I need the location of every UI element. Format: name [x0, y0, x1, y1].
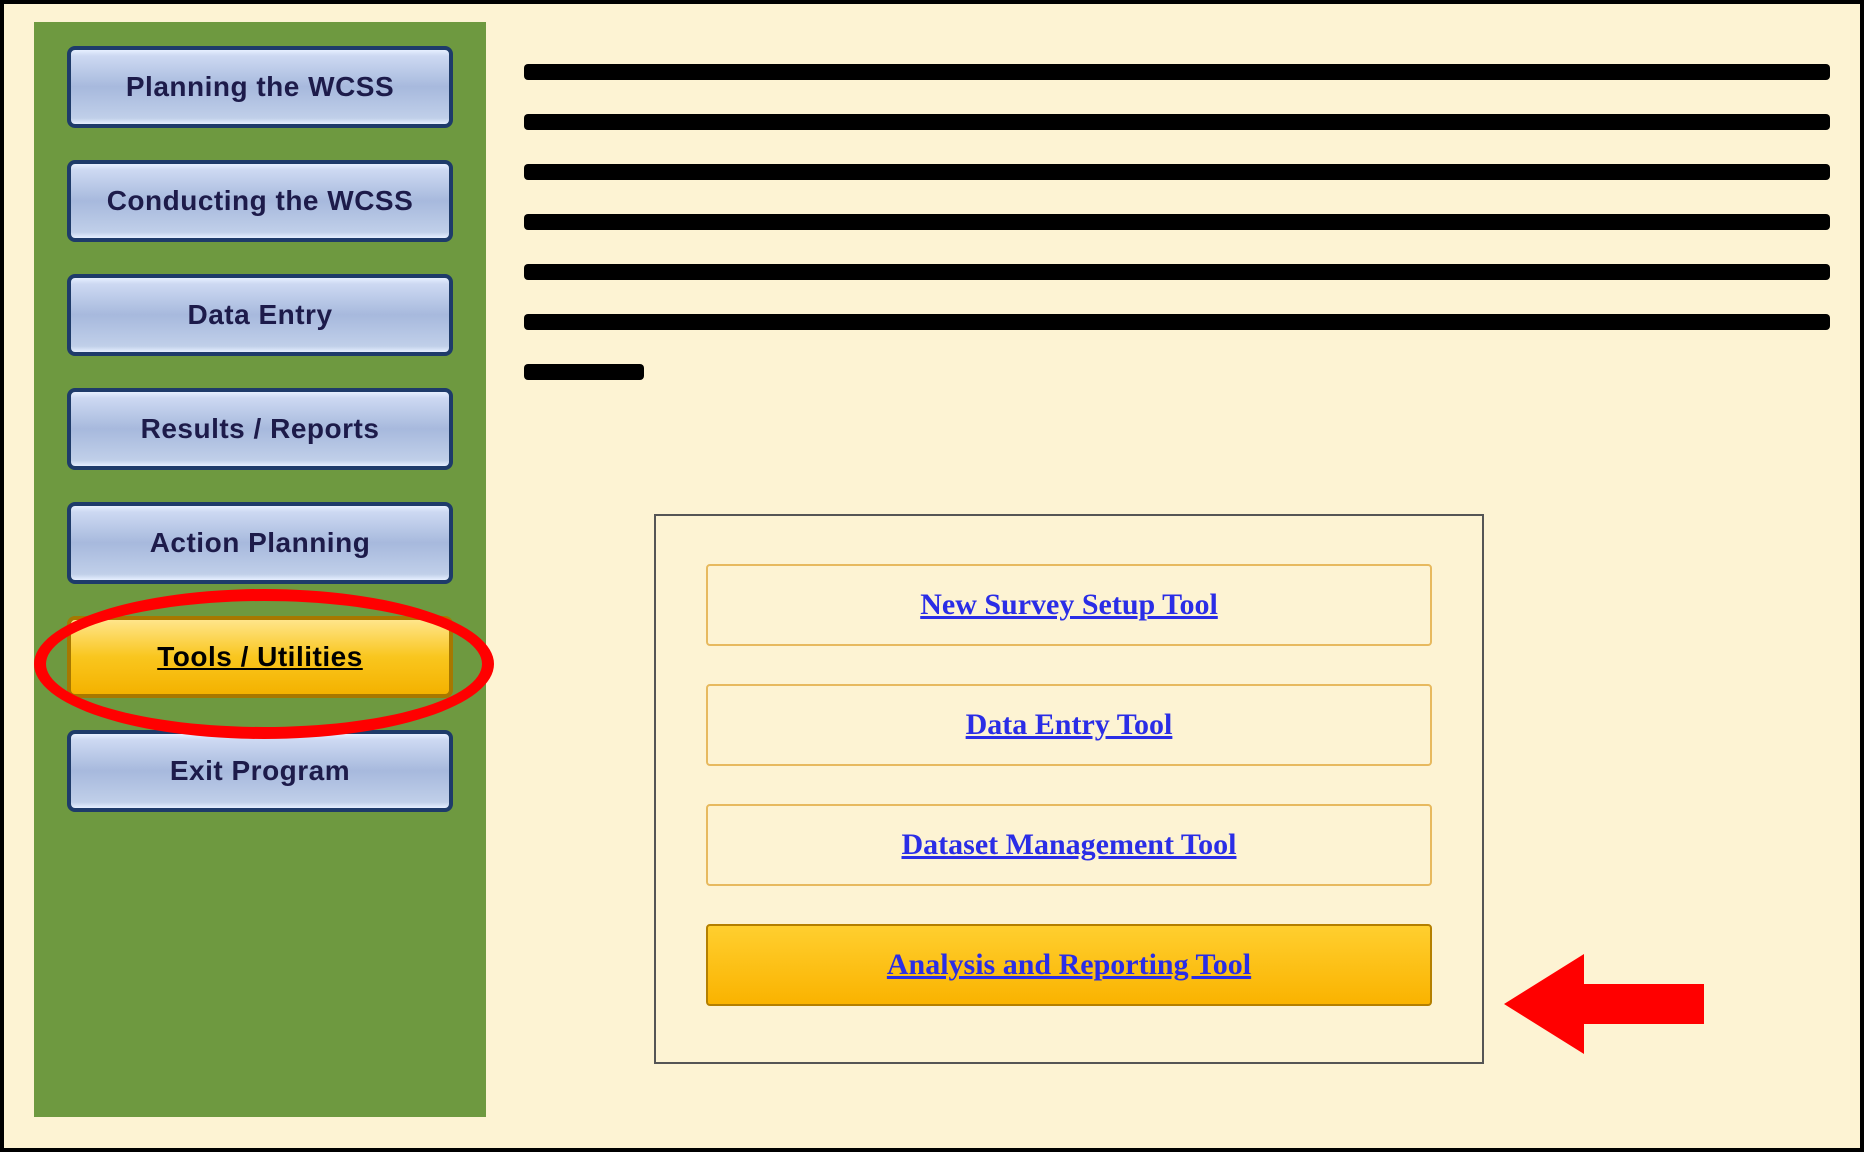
redacted-line	[524, 114, 1830, 130]
tool-new-survey-setup[interactable]: New Survey Setup Tool	[706, 564, 1432, 646]
sidebar-nav: Planning the WCSS Conducting the WCSS Da…	[34, 22, 486, 1117]
nav-conducting-wcss[interactable]: Conducting the WCSS	[67, 160, 453, 242]
redacted-line	[524, 64, 1830, 80]
content-area	[524, 64, 1830, 420]
nav-data-entry[interactable]: Data Entry	[67, 274, 453, 356]
tool-analysis-reporting[interactable]: Analysis and Reporting Tool	[706, 924, 1432, 1006]
redacted-line	[524, 314, 1830, 330]
nav-results-reports[interactable]: Results / Reports	[67, 388, 453, 470]
annotation-arrow	[1504, 944, 1704, 1064]
nav-exit-program[interactable]: Exit Program	[67, 730, 453, 812]
tools-panel: New Survey Setup Tool Data Entry Tool Da…	[654, 514, 1484, 1064]
redacted-line	[524, 164, 1830, 180]
redacted-line	[524, 264, 1830, 280]
tool-data-entry[interactable]: Data Entry Tool	[706, 684, 1432, 766]
redacted-line	[524, 214, 1830, 230]
redacted-text-block	[524, 64, 1830, 380]
nav-tools-utilities[interactable]: Tools / Utilities	[67, 616, 453, 698]
tool-dataset-management[interactable]: Dataset Management Tool	[706, 804, 1432, 886]
app-frame: Planning the WCSS Conducting the WCSS Da…	[0, 0, 1864, 1152]
nav-action-planning[interactable]: Action Planning	[67, 502, 453, 584]
nav-planning-wcss[interactable]: Planning the WCSS	[67, 46, 453, 128]
redacted-line	[524, 364, 644, 380]
